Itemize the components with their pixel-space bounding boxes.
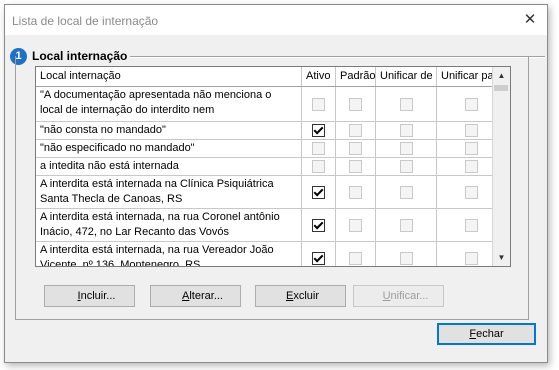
fechar-button[interactable]: Fechar (437, 323, 536, 345)
unificar-de-cell (376, 122, 437, 139)
scroll-down-icon[interactable]: ▼ (493, 249, 510, 266)
unificar-de-checkbox[interactable] (399, 185, 413, 199)
column-header-ativo[interactable]: Ativo (302, 67, 336, 86)
unificar-para-checkbox[interactable] (465, 142, 478, 155)
padrao-checkbox[interactable] (349, 185, 362, 199)
ativo-checkbox[interactable] (312, 97, 325, 111)
padrao-checkbox[interactable] (349, 142, 362, 155)
vertical-scrollbar[interactable]: ▲ ▼ (492, 67, 510, 266)
unificar-para-checkbox[interactable] (465, 160, 478, 173)
local-internacao-cell: "não especificado no mandado" (36, 140, 302, 157)
scroll-up-icon[interactable]: ▲ (493, 67, 510, 84)
excluir-label: xcluir (293, 290, 319, 302)
unificar-para-checkbox[interactable] (465, 251, 478, 265)
local-internacao-cell: "A documentação apresentada não menciona… (36, 87, 302, 121)
ativo-checkbox[interactable] (312, 142, 325, 155)
padrao-cell (336, 158, 376, 175)
scroll-thumb[interactable] (494, 85, 508, 91)
table-row[interactable]: "A documentação apresentada não menciona… (36, 87, 510, 122)
unificar-de-cell (376, 87, 437, 121)
ativo-cell (302, 158, 336, 175)
table-row[interactable]: "não especificado no mandado" (36, 140, 510, 158)
local-internacao-cell: A interdita está internada na Clínica Ps… (36, 176, 302, 208)
padrao-checkbox[interactable] (349, 251, 362, 265)
ativo-checkbox[interactable] (312, 160, 325, 173)
unificar-de-checkbox[interactable] (399, 160, 413, 173)
table-row[interactable]: A interdita está internada, na rua Coron… (36, 209, 510, 242)
ativo-checkbox[interactable] (312, 218, 325, 232)
unificar-de-cell (376, 209, 437, 241)
local-internacao-cell: A interdita está internada, na rua Verea… (36, 242, 302, 266)
unificar-hotkey: U (382, 290, 391, 302)
unificar-para-checkbox[interactable] (465, 185, 478, 199)
unificar-button[interactable]: Unificar... (353, 285, 444, 307)
ativo-cell (302, 242, 336, 266)
unificar-de-cell (376, 140, 437, 157)
grid-header: Local internação Ativo Padrão Unificar d… (36, 67, 510, 87)
local-internacao-cell: "não consta no mandado" (36, 122, 302, 139)
column-header-local[interactable]: Local internação (36, 67, 302, 86)
local-internacao-cell: A interdita está internada, na rua Coron… (36, 209, 302, 241)
close-icon[interactable]: ✕ (519, 10, 541, 30)
padrao-cell (336, 176, 376, 208)
fechar-label: echar (476, 328, 504, 340)
local-internacao-grid[interactable]: Local internação Ativo Padrão Unificar d… (35, 66, 511, 267)
table-row[interactable]: A interdita está internada na Clínica Ps… (36, 176, 510, 209)
excluir-button[interactable]: Excluir (255, 285, 346, 307)
ativo-cell (302, 209, 336, 241)
unificar-de-cell (376, 176, 437, 208)
incluir-label: ncluir... (80, 290, 116, 302)
ativo-checkbox[interactable] (312, 124, 325, 137)
alterar-button[interactable]: Alterar... (150, 285, 241, 307)
padrao-cell (336, 242, 376, 266)
padrao-checkbox[interactable] (349, 218, 362, 232)
unificar-de-cell (376, 158, 437, 175)
padrao-checkbox[interactable] (349, 97, 362, 111)
padrao-checkbox[interactable] (349, 124, 362, 137)
unificar-de-checkbox[interactable] (399, 97, 413, 111)
grid-body: "A documentação apresentada não menciona… (36, 87, 510, 266)
padrao-cell (336, 87, 376, 121)
alterar-label: lterar... (189, 290, 223, 302)
unificar-de-cell (376, 242, 437, 266)
unificar-para-checkbox[interactable] (465, 97, 478, 111)
unificar-para-checkbox[interactable] (465, 218, 478, 232)
unificar-de-checkbox[interactable] (399, 142, 413, 155)
ativo-cell (302, 176, 336, 208)
padrao-cell (336, 209, 376, 241)
padrao-cell (336, 122, 376, 139)
table-row[interactable]: a intedita não está internada (36, 158, 510, 176)
ativo-cell (302, 87, 336, 121)
local-internacao-cell: a intedita não está internada (36, 158, 302, 175)
ativo-checkbox[interactable] (312, 251, 325, 265)
title-bar: Lista de local de internação ✕ (5, 5, 547, 35)
ativo-cell (302, 140, 336, 157)
incluir-button[interactable]: Incluir... (44, 285, 135, 307)
padrao-checkbox[interactable] (349, 160, 362, 173)
unificar-de-checkbox[interactable] (399, 251, 413, 265)
padrao-cell (336, 140, 376, 157)
ativo-checkbox[interactable] (312, 185, 325, 199)
unificar-para-checkbox[interactable] (465, 124, 478, 137)
table-row[interactable]: "não consta no mandado" (36, 122, 510, 140)
unificar-de-checkbox[interactable] (399, 124, 413, 137)
table-row[interactable]: A interdita está internada, na rua Verea… (36, 242, 510, 266)
column-header-unificar-de[interactable]: Unificar de (376, 67, 437, 86)
column-header-padrao[interactable]: Padrão (336, 67, 376, 86)
unificar-label: nificar... (390, 290, 429, 302)
unificar-de-checkbox[interactable] (399, 218, 413, 232)
ativo-cell (302, 122, 336, 139)
window-title: Lista de local de internação (12, 14, 159, 28)
